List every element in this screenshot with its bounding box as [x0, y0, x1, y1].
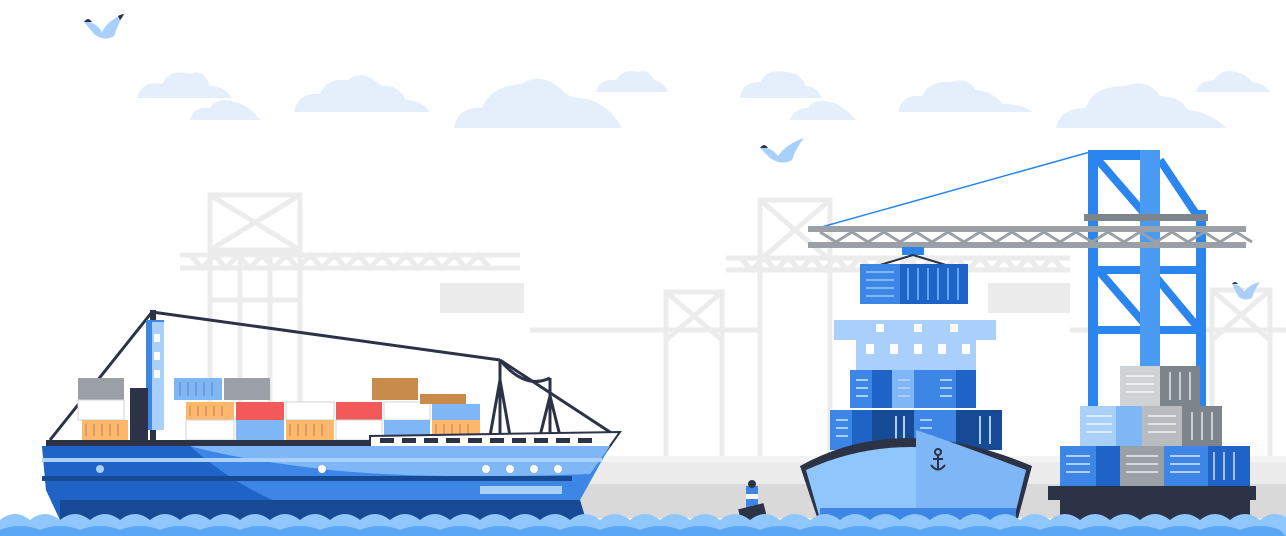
clouds: [137, 71, 1270, 128]
cloud-icon: [190, 100, 260, 120]
cloud-icon: [740, 71, 822, 98]
dock-platform: [1048, 366, 1256, 526]
water: [0, 514, 1286, 536]
seagull-icon: [760, 138, 804, 163]
background-blocks: [440, 283, 1070, 313]
cloud-icon: [294, 75, 430, 112]
cloud-icon: [454, 78, 622, 128]
crane-boom: [808, 214, 1253, 248]
container-ship-front: [800, 320, 1032, 526]
cloud-icon: [137, 72, 232, 98]
hanging-block: [988, 283, 1070, 313]
seagull-icon: [84, 14, 124, 39]
cargo-ship: [42, 310, 622, 520]
port-scene: [0, 14, 1286, 536]
hanging-container: [860, 264, 968, 304]
hanging-block: [440, 283, 524, 313]
cloud-icon: [898, 80, 1032, 112]
cloud-icon: [1196, 71, 1270, 92]
cloud-icon: [596, 71, 668, 92]
cloud-icon: [790, 100, 856, 120]
